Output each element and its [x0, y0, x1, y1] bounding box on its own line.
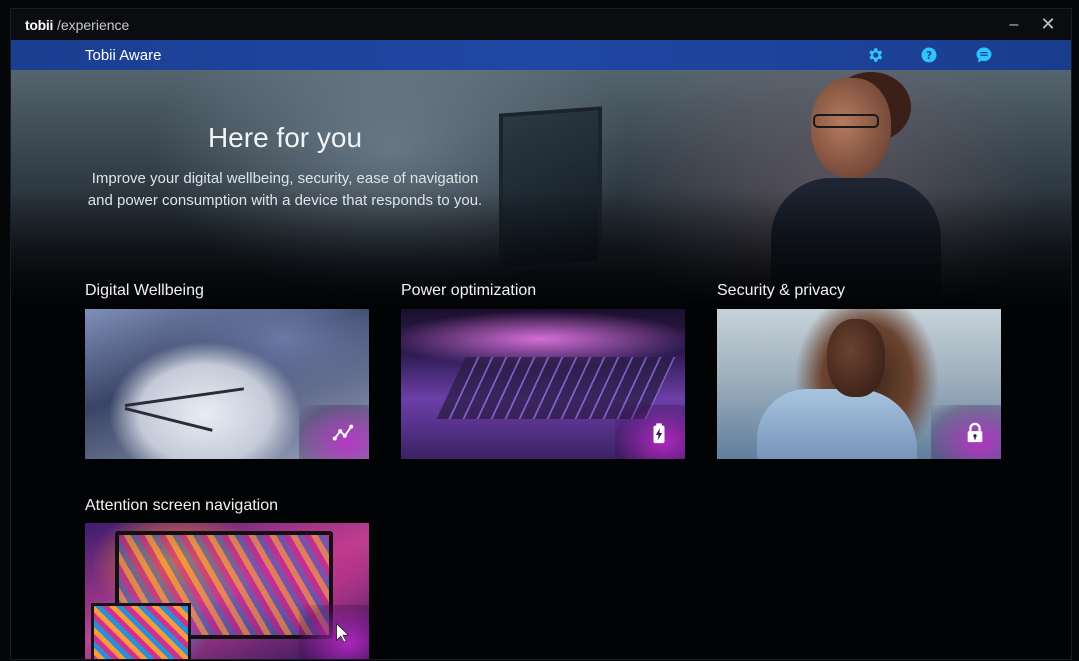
- chat-icon[interactable]: [975, 46, 993, 64]
- card-digital-wellbeing[interactable]: [85, 309, 369, 459]
- minimize-button[interactable]: –: [997, 9, 1031, 40]
- app-window: tobii /experience – ✕ Tobii Aware ? Here…: [10, 8, 1072, 660]
- brand-sub: /experience: [56, 16, 130, 33]
- app-header: Tobii Aware ?: [11, 40, 1071, 70]
- card-security-privacy[interactable]: [717, 309, 1001, 459]
- battery-icon: [647, 421, 671, 445]
- card-label-attention-navigation: Attention screen navigation: [85, 497, 279, 514]
- hero-description: Improve your digital wellbeing, security…: [87, 170, 483, 209]
- hero-banner: Here for you Improve your digital wellbe…: [11, 70, 1071, 310]
- cursor-icon: [331, 621, 355, 645]
- brand-logo: tobii /experience: [25, 17, 129, 33]
- graph-nodes-icon: [331, 421, 355, 445]
- help-icon[interactable]: ?: [920, 46, 938, 64]
- card-attention-navigation[interactable]: [85, 523, 369, 659]
- title-bar: tobii /experience – ✕: [11, 9, 1071, 40]
- app-title: Tobii Aware: [85, 46, 162, 64]
- lock-icon: [963, 421, 987, 445]
- card-power-optimization[interactable]: [401, 309, 685, 459]
- settings-gear-icon[interactable]: [866, 46, 884, 64]
- hero-title: Here for you: [207, 122, 363, 153]
- card-label-power-optimization: Power optimization: [401, 282, 537, 299]
- brand-name: tobii: [25, 16, 54, 33]
- card-label-security-privacy: Security & privacy: [717, 282, 846, 299]
- card-label-digital-wellbeing: Digital Wellbeing: [85, 282, 204, 299]
- svg-text:?: ?: [926, 50, 932, 62]
- close-button[interactable]: ✕: [1031, 9, 1065, 40]
